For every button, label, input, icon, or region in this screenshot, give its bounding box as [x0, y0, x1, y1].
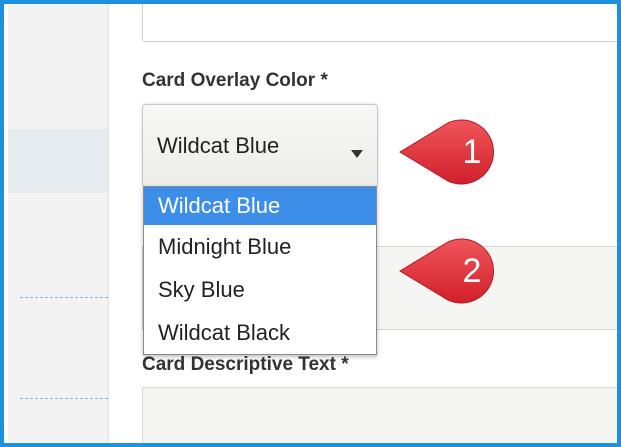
dropdown-option-sky-blue[interactable]: Sky Blue: [144, 268, 376, 311]
chevron-down-icon[interactable]: [351, 150, 363, 158]
card-descriptive-text-area[interactable]: [142, 387, 617, 443]
overlay-color-dropdown-list[interactable]: Wildcat Blue Midnight Blue Sky Blue Wild…: [143, 186, 377, 355]
select-current-value: Wildcat Blue: [157, 133, 280, 158]
left-sidebar-column: [8, 4, 109, 443]
dashed-divider: [20, 398, 108, 399]
callout-marker-2: 2: [396, 236, 504, 306]
callout-number: 1: [462, 133, 482, 171]
dropdown-option-wildcat-black[interactable]: Wildcat Black: [144, 311, 376, 354]
dashed-divider: [20, 297, 108, 298]
screenshot-frame: Card Overlay Color * Wildcat Blue Card D…: [0, 0, 621, 447]
previous-text-field[interactable]: [142, 4, 617, 42]
dropdown-option-wildcat-blue[interactable]: Wildcat Blue: [144, 187, 376, 225]
callout-marker-1: 1: [396, 117, 504, 187]
dropdown-option-midnight-blue[interactable]: Midnight Blue: [144, 225, 376, 268]
sidebar-highlight-band: [8, 129, 108, 193]
card-descriptive-text-label: Card Descriptive Text *: [142, 354, 349, 375]
callout-number: 2: [462, 252, 482, 290]
card-overlay-color-label: Card Overlay Color *: [142, 70, 328, 91]
card-overlay-color-select[interactable]: Wildcat Blue: [142, 104, 378, 188]
